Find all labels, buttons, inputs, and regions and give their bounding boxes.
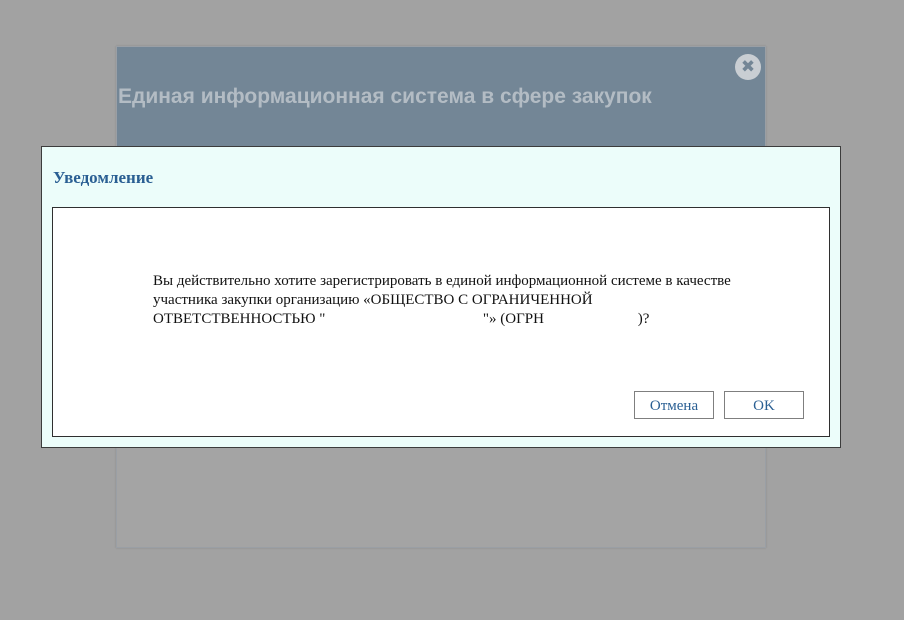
dialog-message: Вы действительно хотите зарегистрировать… bbox=[153, 272, 793, 329]
message-line: участника закупки организацию «ОБЩЕСТВО … bbox=[153, 292, 593, 308]
background-modal-title: Единая информационная система в сфере за… bbox=[118, 85, 652, 108]
ok-button[interactable]: OK bbox=[724, 391, 804, 419]
message-line: Вы действительно хотите зарегистрировать… bbox=[153, 273, 731, 289]
background-modal-header: Единая информационная система в сфере за… bbox=[117, 47, 765, 147]
cancel-button[interactable]: Отмена bbox=[634, 391, 714, 419]
message-line: ОТВЕТСТВЕННОСТЬЮ " "» (ОГРН )? bbox=[153, 311, 650, 327]
close-icon[interactable]: ✖ bbox=[735, 54, 761, 80]
dialog-title: Уведомление bbox=[53, 168, 154, 187]
notification-dialog: Уведомление Вы действительно хотите заре… bbox=[41, 146, 841, 448]
dialog-body: Вы действительно хотите зарегистрировать… bbox=[52, 207, 830, 437]
